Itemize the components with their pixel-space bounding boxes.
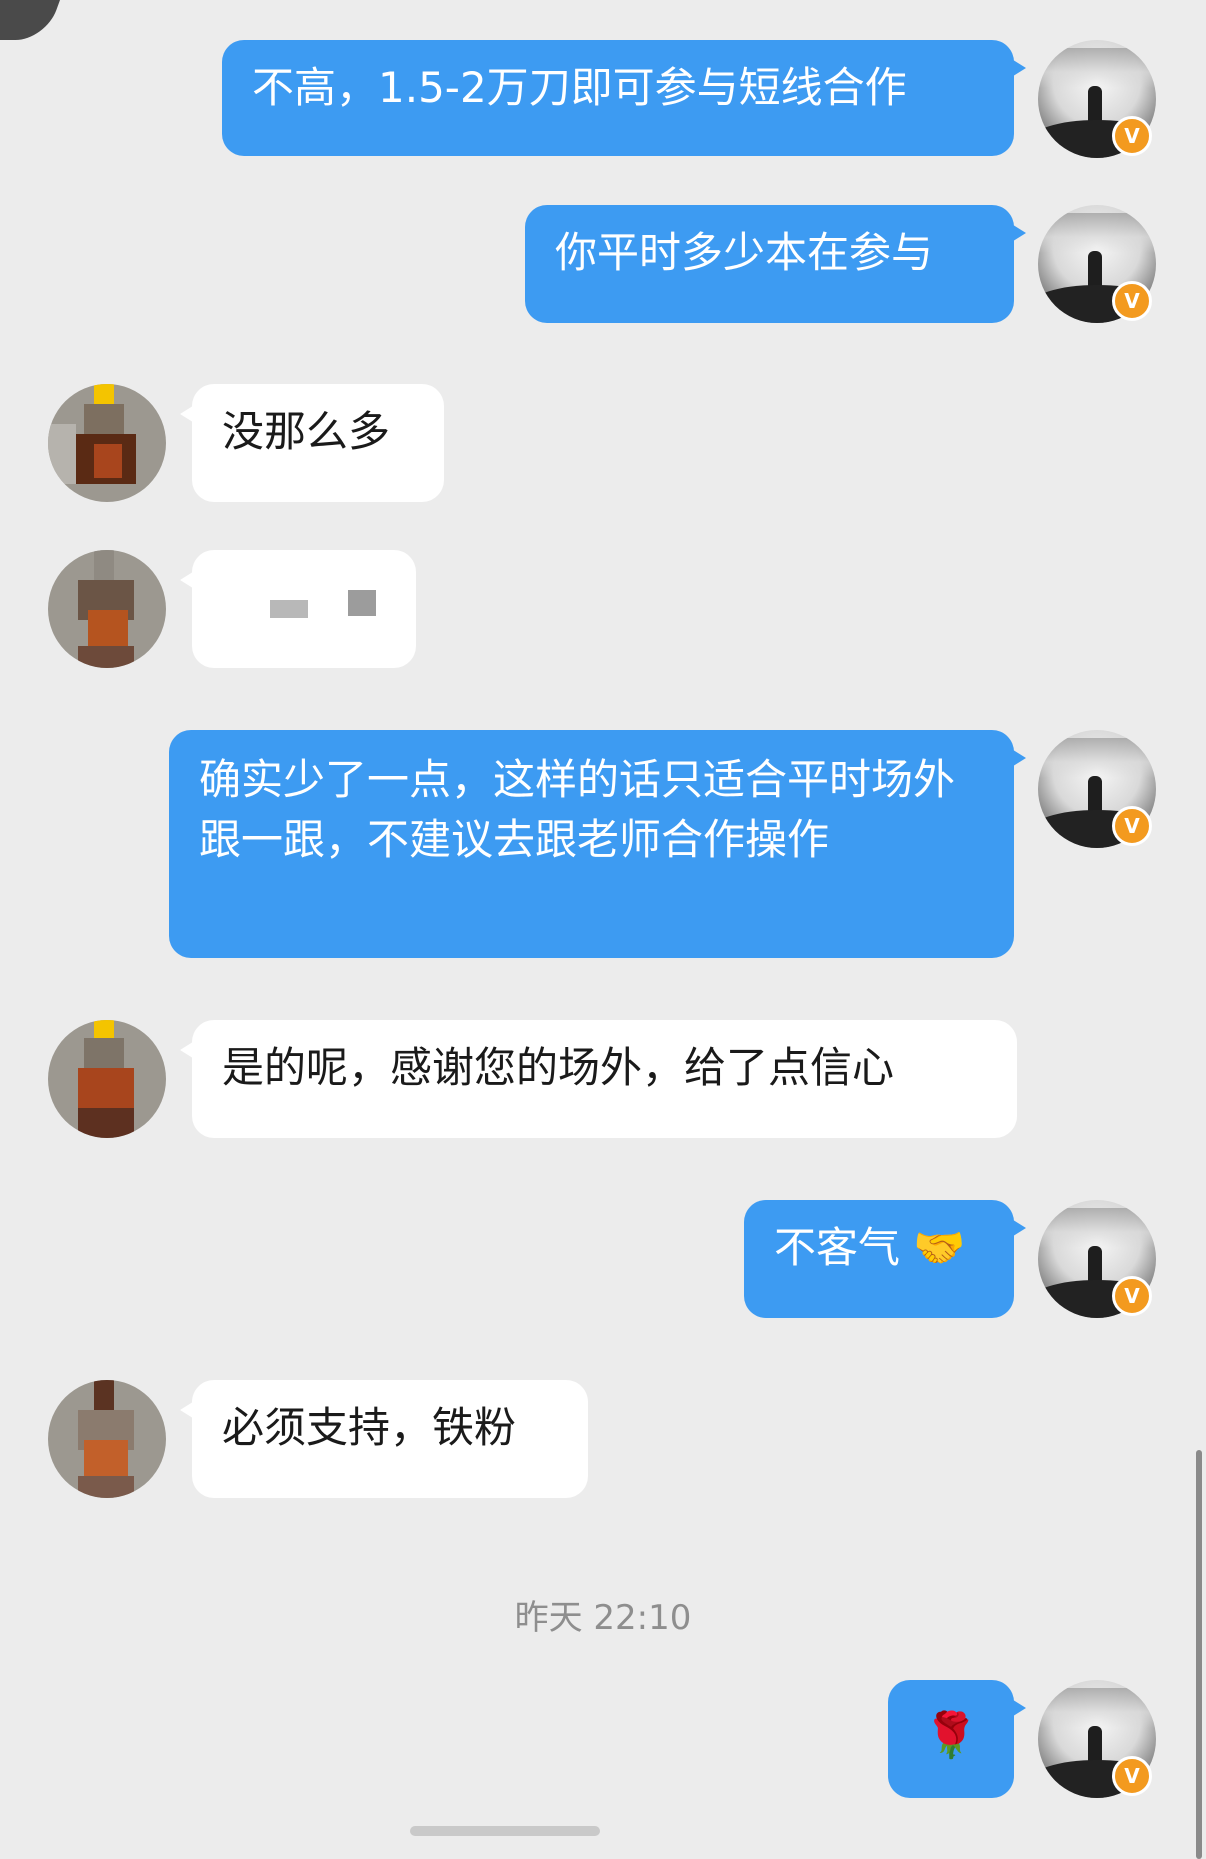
message-text: 没那么多 — [222, 407, 391, 456]
redacted-block — [270, 600, 308, 618]
scrollbar[interactable] — [1196, 1450, 1202, 1859]
contact-avatar-pixelated[interactable] — [48, 1380, 166, 1498]
message-bubble-outgoing[interactable]: 你平时多少本在参与 — [525, 205, 1026, 323]
message-text: 必须支持，铁粉 — [222, 1403, 517, 1452]
my-avatar[interactable]: V — [1038, 1680, 1156, 1798]
my-avatar[interactable]: V — [1038, 205, 1156, 323]
message-bubble-incoming[interactable]: 是的呢，感谢您的场外，给了点信心 — [180, 1020, 1017, 1138]
contact-avatar-pixelated[interactable] — [48, 384, 166, 502]
verified-badge-icon: V — [1112, 806, 1152, 846]
handshake-emoji-icon: 🤝 — [913, 1223, 966, 1272]
redacted-block — [348, 590, 376, 616]
message-text: 确实少了一点，这样的话只适合平时场外跟一跟，不建议去跟老师合作操作 — [199, 755, 956, 864]
message-text: 是的呢，感谢您的场外，给了点信心 — [222, 1043, 895, 1092]
contact-avatar-pixelated[interactable] — [48, 1020, 166, 1138]
message-bubble-outgoing[interactable]: 不高，1.5-2万刀即可参与短线合作 — [222, 40, 1026, 156]
my-avatar[interactable]: V — [1038, 40, 1156, 158]
verified-badge-icon: V — [1112, 116, 1152, 156]
my-avatar[interactable]: V — [1038, 730, 1156, 848]
message-text: 不高，1.5-2万刀即可参与短线合作 — [252, 63, 907, 112]
verified-badge-icon: V — [1112, 281, 1152, 321]
message-bubble-incoming[interactable]: 没那么多 — [180, 384, 444, 502]
message-text: 不客气 — [774, 1223, 901, 1272]
message-bubble-outgoing[interactable]: 确实少了一点，这样的话只适合平时场外跟一跟，不建议去跟老师合作操作 — [169, 730, 1026, 958]
status-corner-shape — [0, 0, 75, 40]
verified-badge-icon: V — [1112, 1756, 1152, 1796]
message-text: 你平时多少本在参与 — [555, 228, 934, 277]
verified-badge-icon: V — [1112, 1276, 1152, 1316]
my-avatar[interactable]: V — [1038, 1200, 1156, 1318]
contact-avatar-pixelated[interactable] — [48, 550, 166, 668]
message-timestamp: 昨天 22:10 — [514, 1598, 692, 1638]
message-bubble-incoming-redacted[interactable] — [180, 550, 416, 668]
home-indicator[interactable] — [410, 1826, 600, 1836]
message-bubble-incoming[interactable]: 必须支持，铁粉 — [180, 1380, 588, 1498]
rose-emoji-icon: 🌹 — [923, 1710, 979, 1761]
message-bubble-outgoing[interactable]: 不客气 🤝 — [744, 1200, 1026, 1318]
message-bubble-outgoing[interactable]: 🌹 — [888, 1680, 1026, 1798]
